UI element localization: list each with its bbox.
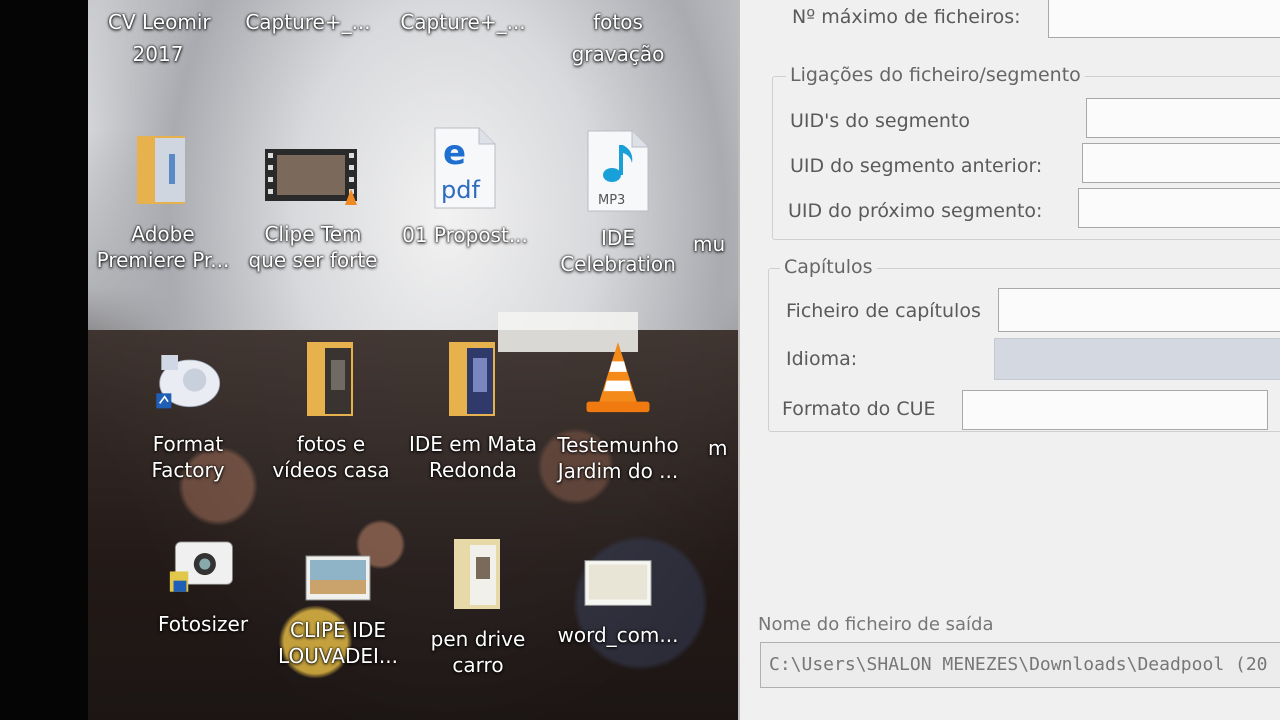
icon-label-line: que ser forte (248, 248, 378, 272)
icon-label-line: IDE em Mata (408, 432, 538, 456)
icon-label-line: Premiere Pr... (96, 248, 230, 272)
icon-label-line: Clipe Tem (264, 222, 362, 246)
chapters-group-title: Capítulos (780, 256, 877, 278)
desktop-icon-m-partial[interactable]: m (708, 432, 727, 464)
vlc-cone-icon (583, 335, 653, 421)
icon-label: Adobe Premiere Pr... (97, 220, 230, 274)
folder-icon (443, 535, 513, 615)
desktop-icon-cv-leomir[interactable]: CV Leomir 2017 (108, 6, 211, 70)
desktop-icon-01-proposta[interactable]: e pdf 01 Propost... (390, 125, 540, 249)
icon-label: Testemunho Jardim do ... (557, 431, 678, 485)
language-label: Idioma: (786, 348, 858, 370)
desktop-icon-ide-celebration[interactable]: MP3 IDE Celebration (543, 128, 693, 278)
icon-label: fotos e vídeos casa (272, 430, 389, 484)
icon-label-line: gravação (571, 42, 665, 66)
icon-label: CLIPE IDE LOUVADEI... (278, 616, 398, 670)
prev-segment-uid-input[interactable] (1082, 143, 1280, 183)
next-segment-uid-label: UID do próximo segmento: (788, 200, 1043, 222)
icon-label-line: 01 Propost... (402, 223, 528, 247)
image-file-icon (583, 555, 653, 611)
cue-format-label: Formato do CUE (782, 398, 936, 420)
icon-label-line: Redonda (429, 458, 517, 482)
desktop-icon-adobe-premiere[interactable]: Adobe Premiere Pr... (88, 130, 238, 274)
output-settings-panel: Nº máximo de ficheiros: Ligações do fich… (738, 0, 1280, 720)
icon-label: Format Factory (151, 430, 224, 484)
icon-label-line: CLIPE IDE (290, 618, 386, 642)
links-group-title: Ligações do ficheiro/segmento (786, 64, 1085, 86)
desktop-icon-ide-em-mata[interactable]: IDE em Mata Redonda (398, 340, 548, 484)
mp3-icon: MP3 (583, 128, 653, 214)
icon-label-line: fotos e (296, 432, 366, 456)
format-factory-icon (153, 340, 223, 420)
camera-icon (168, 530, 238, 600)
image-file-icon (303, 550, 373, 606)
mp3-text: MP3 (598, 193, 625, 208)
icon-label: Clipe Tem que ser forte (249, 220, 378, 274)
icon-label: 01 Propost... (402, 221, 528, 249)
icon-label-line: CV Leomir (108, 10, 211, 34)
icon-label: IDE Celebration (560, 224, 676, 278)
icon-label-line: carro (452, 653, 504, 677)
icon-label-line: fotos (593, 10, 643, 34)
desktop-icon-fotosizer[interactable]: Fotosizer (128, 530, 278, 638)
icon-label: pen drive carro (431, 625, 526, 679)
icon-label: word_com... (558, 621, 679, 649)
max-files-input[interactable] (1048, 0, 1280, 38)
pdf-text: pdf (441, 176, 480, 204)
icon-label: Fotosizer (158, 610, 248, 638)
desktop-icon-format-factory[interactable]: Format Factory (113, 340, 263, 484)
desktop-icon-capture-2[interactable]: Capture+_... (393, 6, 533, 38)
desktop-icon-word-com[interactable]: word_com... (543, 555, 693, 649)
desktop-area: CV Leomir 2017 Capture+_... Capture+_...… (88, 0, 738, 720)
output-file-input[interactable]: C:\Users\SHALON MENEZES\Downloads\Deadpo… (760, 642, 1280, 688)
icon-label-line: Capture+_... (245, 10, 371, 34)
folder-icon (438, 340, 508, 420)
icon-label-line: pen drive (430, 627, 526, 651)
icon-label-line: m (708, 436, 728, 460)
icon-label: IDE em Mata Redonda (409, 430, 537, 484)
icon-label-line: word_com... (557, 623, 679, 647)
icon-label-line: Adobe (131, 222, 195, 246)
icon-label-line: LOUVADEI... (278, 644, 398, 668)
max-files-label: Nº máximo de ficheiros: (792, 6, 1021, 28)
icon-label-line: Capture+_... (400, 10, 526, 34)
desktop-icon-pen-drive-carro[interactable]: pen drive carro (403, 535, 553, 679)
segment-uids-input[interactable] (1086, 98, 1280, 138)
desktop-icon-mu-partial[interactable]: mu (693, 228, 725, 260)
icon-label-line: IDE (601, 226, 635, 250)
svg-text:e: e (443, 133, 466, 173)
desktop-icon-capture-1[interactable]: Capture+_... (238, 6, 378, 38)
segment-uids-label: UID's do segmento (790, 110, 970, 132)
desktop-icon-testemunho-jardim[interactable]: Testemunho Jardim do ... (543, 335, 693, 485)
chapters-file-label: Ficheiro de capítulos (786, 300, 981, 322)
cue-format-select[interactable] (962, 390, 1268, 430)
folder-icon (128, 130, 198, 210)
prev-segment-uid-label: UID do segmento anterior: (790, 155, 1043, 177)
output-file-label: Nome do ficheiro de saída (758, 614, 994, 635)
icon-label-line: Format (152, 432, 224, 456)
icon-label-line: Factory (151, 458, 225, 482)
video-file-icon (265, 140, 361, 210)
folder-icon (296, 340, 366, 420)
desktop-icon-clipe-tem[interactable]: Clipe Tem que ser forte (238, 140, 388, 274)
icon-label-line: vídeos casa (272, 458, 390, 482)
icon-label-line: 2017 (132, 42, 184, 66)
desktop-icon-fotos-e-videos[interactable]: fotos e vídeos casa (256, 340, 406, 484)
pdf-icon: e pdf (430, 125, 500, 211)
icon-label-line: Testemunho (557, 433, 679, 457)
desktop-icon-fotos-gravacao[interactable]: fotos gravação (553, 6, 683, 70)
desktop-icon-clipe-ide-louvadei[interactable]: CLIPE IDE LOUVADEI... (263, 550, 413, 670)
icon-label-line: Fotosizer (157, 612, 249, 636)
language-select[interactable] (994, 338, 1280, 380)
icon-label-line: Jardim do ... (557, 459, 679, 483)
icon-label-line: mu (693, 232, 726, 256)
chapters-file-input[interactable] (998, 288, 1280, 332)
next-segment-uid-input[interactable] (1078, 188, 1280, 228)
icon-label-line: Celebration (560, 252, 676, 276)
